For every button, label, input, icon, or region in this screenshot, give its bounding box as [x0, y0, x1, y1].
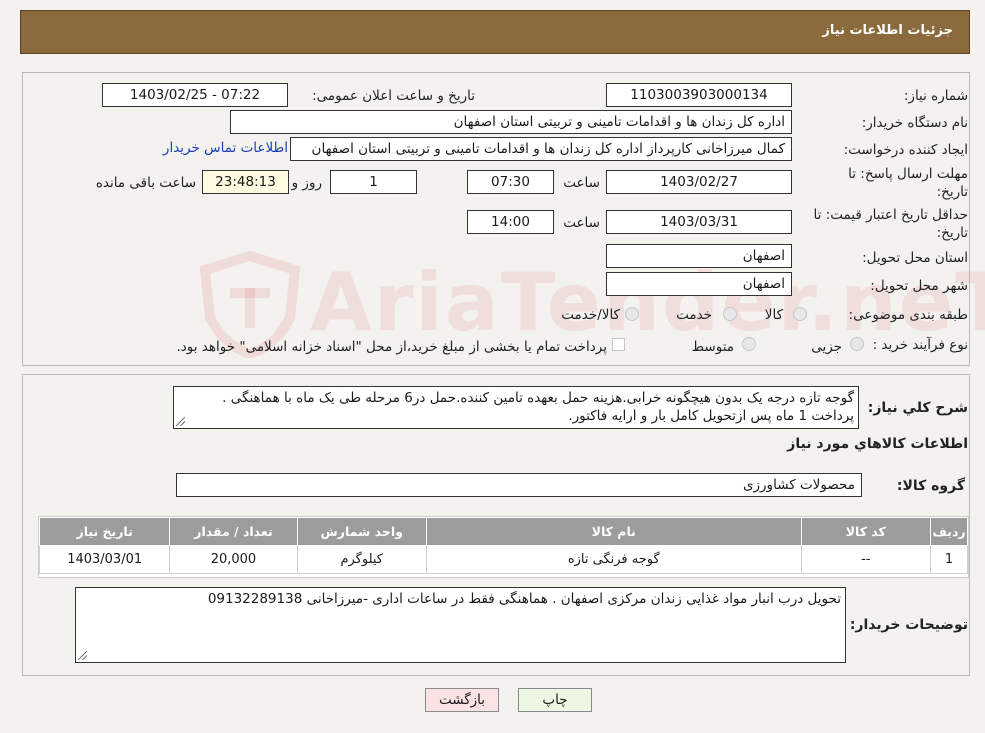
creator-label: ایجاد کننده درخواست: — [843, 142, 968, 158]
process-note: پرداخت تمام یا بخشی از مبلغ خرید،از محل … — [176, 339, 607, 355]
goods-info-title: اطلاعات کالاهاي مورد نياز — [787, 436, 968, 452]
min-validity-label-line1: حداقل تاریخ اعتبار قیمت: تا — [813, 207, 968, 223]
category-goods-label: کالا — [764, 307, 783, 323]
announce-field: 1403/02/25 - 07:22 — [102, 83, 288, 107]
process-label: نوع فرآیند خرید : — [872, 337, 968, 353]
cell-row: 1 — [929, 545, 969, 574]
announce-label: تاریخ و ساعت اعلان عمومی: — [312, 88, 475, 104]
col-name: نام کالا — [425, 517, 802, 546]
days-label: روز و — [291, 175, 322, 191]
deadline-time-field: 07:30 — [467, 170, 554, 194]
creator-field: کمال میرزاخانی کارپرداز اداره کل زندان ه… — [290, 137, 792, 161]
col-code: کد کالا — [800, 517, 931, 546]
process-treasury-checkbox[interactable] — [612, 338, 625, 351]
min-validity-date-field: 1403/03/31 — [606, 210, 792, 234]
col-unit: واحد شمارش — [296, 517, 427, 546]
remaining-label: ساعت باقی مانده — [95, 175, 196, 191]
watermark-text: AriaTender.neT — [310, 256, 985, 349]
description-text: گوجه تازه درجه یک بدون هیچگونه خرابی.هزی… — [222, 390, 854, 424]
deadline-label-line1: مهلت ارسال پاسخ: تا — [848, 166, 968, 182]
page-title: جزئیات اطلاعات نیاز — [822, 23, 953, 38]
min-validity-label-line2: تاریخ: — [936, 225, 968, 241]
need-number-field: 1103003903000134 — [606, 83, 792, 107]
category-label: طبقه بندی موضوعی: — [848, 307, 968, 323]
process-minor-label: جزیی — [811, 339, 842, 355]
contact-info-link[interactable]: اطلاعات تماس خریدار — [163, 140, 288, 156]
col-need-date: تاریخ نیاز — [38, 517, 171, 546]
category-goods-service-label: کالا/خدمت — [561, 307, 620, 323]
min-validity-label: حداقل تاریخ اعتبار قیمت: تا تاریخ: — [814, 206, 968, 242]
process-medium-label: متوسط — [691, 339, 734, 355]
back-button[interactable]: بازگشت — [425, 688, 499, 712]
buyer-notes-label: توضیحات خریدار: — [849, 617, 968, 633]
remaining-time-field: 23:48:13 — [202, 170, 289, 194]
need-number-label: شماره نیاز: — [903, 88, 968, 104]
province-field: اصفهان — [606, 244, 792, 268]
deadline-label: مهلت ارسال پاسخ: تا تاریخ: — [848, 165, 968, 201]
deadline-label-line2: تاریخ: — [936, 184, 968, 200]
cell-name: گوجه فرنگی تازه — [425, 545, 802, 574]
process-medium-radio[interactable] — [742, 337, 756, 351]
deadline-date-field: 1403/02/27 — [606, 170, 792, 194]
city-field: اصفهان — [606, 272, 792, 296]
city-label: شهر محل تحویل: — [870, 278, 968, 294]
cell-need-date: 1403/03/01 — [38, 545, 171, 574]
col-quantity: تعداد / مقدار — [169, 517, 298, 546]
goods-group-label: گروه کالا: — [896, 478, 965, 494]
table-header-row: ردیف کد کالا نام کالا واحد شمارش تعداد /… — [38, 517, 969, 546]
process-minor-radio[interactable] — [850, 337, 864, 351]
table-row: 1 -- گوجه فرنگی تازه کیلوگرم 20,000 1403… — [38, 545, 969, 574]
province-label: استان محل تحویل: — [862, 250, 968, 266]
description-label: شرح کلي نياز: — [867, 400, 968, 416]
page-header: جزئیات اطلاعات نیاز — [20, 10, 970, 54]
category-service-label: خدمت — [676, 307, 712, 323]
category-goods-service-radio[interactable] — [625, 307, 639, 321]
buyer-org-field: اداره کل زندان ها و اقدامات تامینی و ترب… — [230, 110, 792, 134]
cell-code: -- — [800, 545, 931, 574]
buyer-notes-textarea[interactable]: تحویل درب انبار مواد غذایی زندان مرکزی ا… — [75, 587, 846, 663]
cell-unit: کیلوگرم — [296, 545, 427, 574]
days-field: 1 — [330, 170, 417, 194]
buyer-notes-text: تحویل درب انبار مواد غذایی زندان مرکزی ا… — [207, 591, 841, 607]
resize-grip-icon[interactable] — [176, 417, 185, 426]
goods-group-field: محصولات کشاورزی — [176, 473, 862, 497]
category-service-radio[interactable] — [723, 307, 737, 321]
items-table: ردیف کد کالا نام کالا واحد شمارش تعداد /… — [38, 517, 969, 574]
resize-grip-icon[interactable] — [78, 651, 87, 660]
buyer-org-label: نام دستگاه خریدار: — [861, 115, 968, 131]
col-row: ردیف — [929, 517, 969, 546]
items-table-wrap: ردیف کد کالا نام کالا واحد شمارش تعداد /… — [38, 516, 969, 578]
min-validity-time-label: ساعت — [563, 215, 600, 231]
cell-quantity: 20,000 — [169, 545, 298, 574]
deadline-time-label: ساعت — [563, 175, 600, 191]
description-textarea[interactable]: گوجه تازه درجه یک بدون هیچگونه خرابی.هزی… — [173, 386, 859, 429]
category-goods-radio[interactable] — [793, 307, 807, 321]
print-button[interactable]: چاپ — [518, 688, 592, 712]
min-validity-time-field: 14:00 — [467, 210, 554, 234]
